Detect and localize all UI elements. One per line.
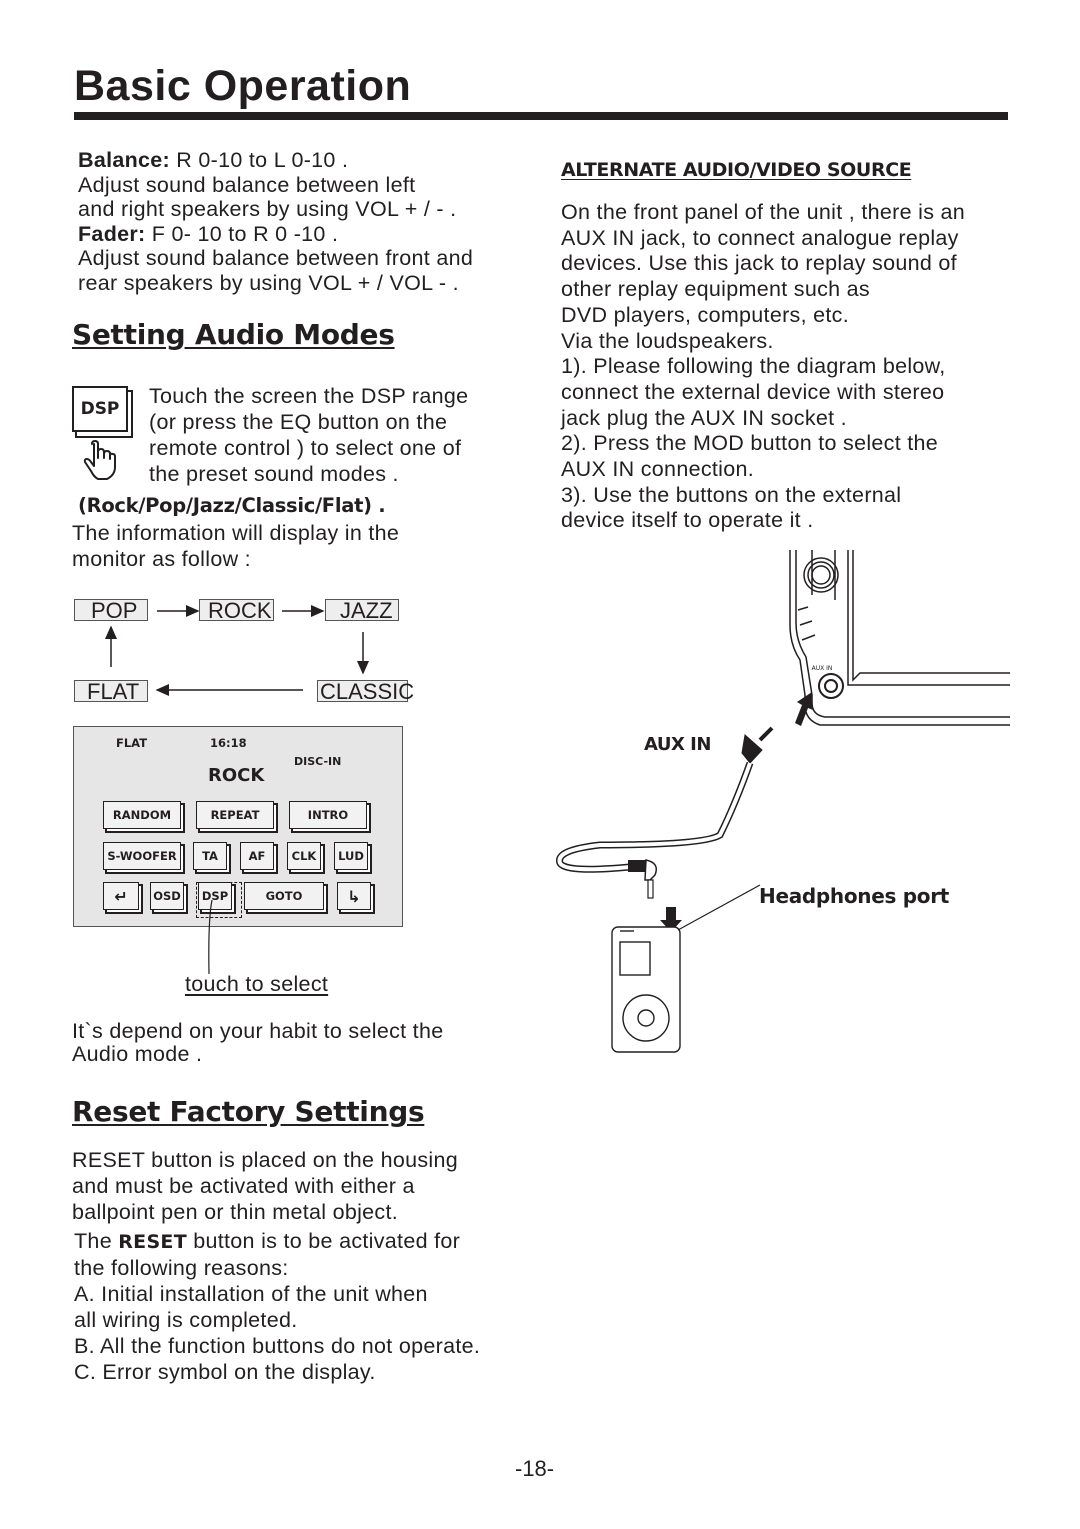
intro-button[interactable]: INTRO — [289, 801, 367, 829]
mode-flow-arrows — [105, 605, 369, 696]
reason-item: C. Error symbol on the display. — [74, 1360, 376, 1384]
head-unit-panel — [789, 550, 1010, 726]
reset-bold-word: RESET — [118, 1231, 187, 1253]
fader-label: Fader: — [78, 221, 146, 246]
alt-step-line: connect the external device with stereo — [561, 379, 945, 404]
habit-note-line: It`s depend on your habit to select the — [72, 1019, 444, 1043]
headphones-port-label: Headphones port — [759, 884, 950, 908]
screen-eq-mode: FLAT — [116, 736, 148, 750]
reason-item: B. All the function buttons do not opera… — [74, 1334, 481, 1358]
reasons-suffix: button is to be activated for — [186, 1229, 461, 1253]
alt-step-line: 2). Press the MOD button to select the — [561, 431, 939, 456]
aux-jack-icon — [818, 673, 844, 699]
back-button[interactable]: ↵ — [103, 882, 139, 910]
alt-step-line: jack plug the AUX IN socket . — [561, 405, 847, 430]
lud-button[interactable]: LUD — [334, 842, 368, 870]
hand-pointer-icon — [83, 440, 116, 480]
screen-current-mode: ROCK — [208, 765, 265, 786]
reset-heading: Reset Factory Settings — [72, 1095, 425, 1128]
osd-button[interactable]: OSD — [150, 882, 184, 910]
instruction-line: the preset sound modes . — [149, 462, 399, 486]
dsp-instruction: Touch the screen the DSP range (or press… — [149, 383, 468, 487]
instruction-line: Touch the screen the DSP range — [149, 384, 469, 408]
fader-desc-line: Adjust sound balance between front and — [78, 246, 474, 270]
subwoofer-button[interactable]: S-WOOFER — [103, 842, 181, 870]
page-number: -18- — [515, 1456, 555, 1481]
alt-paragraph-line: DVD players, computers, etc. — [561, 302, 849, 327]
display-note-line: monitor as follow : — [72, 547, 251, 571]
media-player-icon — [611, 926, 681, 1053]
port-callout-line — [677, 884, 761, 931]
alt-source-heading: ALTERNATE AUDIO/VIDEO SOURCE — [561, 159, 912, 181]
insert-arrow-icon — [795, 692, 813, 726]
balance-label: Balance: — [78, 148, 171, 172]
aux-connection-diagram: AUX IN — [556, 550, 1010, 1053]
reason-item: all wiring is completed. — [74, 1308, 298, 1332]
repeat-button[interactable]: REPEAT — [196, 801, 274, 829]
reasons-prefix: The — [74, 1229, 119, 1253]
reset-intro: RESET button is placed on the housing an… — [72, 1147, 458, 1225]
modes-list: (Rock/Pop/Jazz/Classic/Flat) . — [78, 494, 386, 517]
alt-paragraph-line: devices. Use this jack to replay sound o… — [561, 251, 957, 276]
alt-step-line: 1). Please following the diagram below, — [561, 354, 946, 379]
balance-range: R 0-10 to L 0-10 . — [170, 148, 349, 172]
goto-button[interactable]: GOTO — [244, 882, 324, 910]
page-title: Basic Operation — [74, 62, 412, 110]
screen-disc-status: DISC-IN — [294, 755, 342, 768]
alt-paragraph-line: Via the loudspeakers. — [561, 328, 774, 353]
habit-note-line: Audio mode . — [72, 1042, 203, 1066]
alt-step-line: AUX IN connection. — [561, 457, 755, 482]
panel-aux-label: AUX IN — [812, 665, 833, 672]
balance-desc-line: and right speakers by using VOL + / - . — [78, 197, 457, 221]
reasons-line: the following reasons: — [74, 1256, 289, 1280]
dsp-key-icon: DSP — [72, 386, 128, 432]
audio-modes-heading: Setting Audio Modes — [72, 318, 395, 351]
instruction-line: (or press the EQ button on the — [149, 410, 448, 434]
touch-callout-line — [208, 900, 213, 975]
fader-desc-line: rear speakers by using VOL + / VOL - . — [78, 270, 459, 295]
cable-plug-top — [741, 726, 774, 764]
next-button[interactable]: ↳ — [337, 882, 371, 910]
random-button[interactable]: RANDOM — [103, 801, 181, 829]
display-note: The information will display in the moni… — [72, 520, 399, 572]
alt-source-paragraph: On the front panel of the unit , there i… — [561, 200, 965, 534]
title-rule — [74, 112, 1008, 120]
reset-intro-line: and must be activated with either a — [72, 1174, 415, 1198]
clk-button[interactable]: CLK — [287, 842, 321, 870]
alt-step-line: device itself to operate it . — [561, 508, 814, 533]
head-unit-screen: FLAT 16:18 DISC-IN ROCK RANDOM REPEAT IN… — [73, 726, 403, 927]
alt-step-line: 3). Use the buttons on the external — [561, 482, 902, 507]
reason-item: A. Initial installation of the unit when — [74, 1282, 428, 1306]
af-button[interactable]: AF — [240, 842, 274, 870]
fader-range: F 0- 10 to R 0 -10 . — [145, 221, 339, 246]
reset-intro-line: RESET button is placed on the housing — [72, 1148, 459, 1172]
screen-clock: 16:18 — [210, 736, 247, 750]
instruction-line: remote control ) to select one of — [149, 436, 462, 460]
alt-paragraph-line: On the front panel of the unit , there i… — [561, 200, 966, 224]
ta-button[interactable]: TA — [193, 842, 227, 870]
balance-desc-line: Adjust sound balance between left — [78, 172, 416, 197]
balance-fader-block: Balance: R 0-10 to L 0-10 . Adjust sound… — [78, 148, 473, 295]
reset-reasons: The RESET button is to be activated for … — [74, 1228, 480, 1385]
cable-plug-bottom — [628, 859, 658, 899]
touch-to-select-label: touch to select — [185, 972, 329, 996]
habit-note: It`s depend on your habit to select the … — [72, 1020, 443, 1066]
aux-in-cable-label: AUX IN — [644, 734, 711, 755]
aux-cable — [556, 761, 754, 873]
display-note-line: The information will display in the — [72, 521, 400, 545]
alt-paragraph-line: AUX IN jack, to connect analogue replay — [561, 225, 959, 250]
reset-intro-line: ballpoint pen or thin metal object. — [72, 1200, 399, 1224]
alt-paragraph-line: other replay equipment such as — [561, 277, 870, 302]
